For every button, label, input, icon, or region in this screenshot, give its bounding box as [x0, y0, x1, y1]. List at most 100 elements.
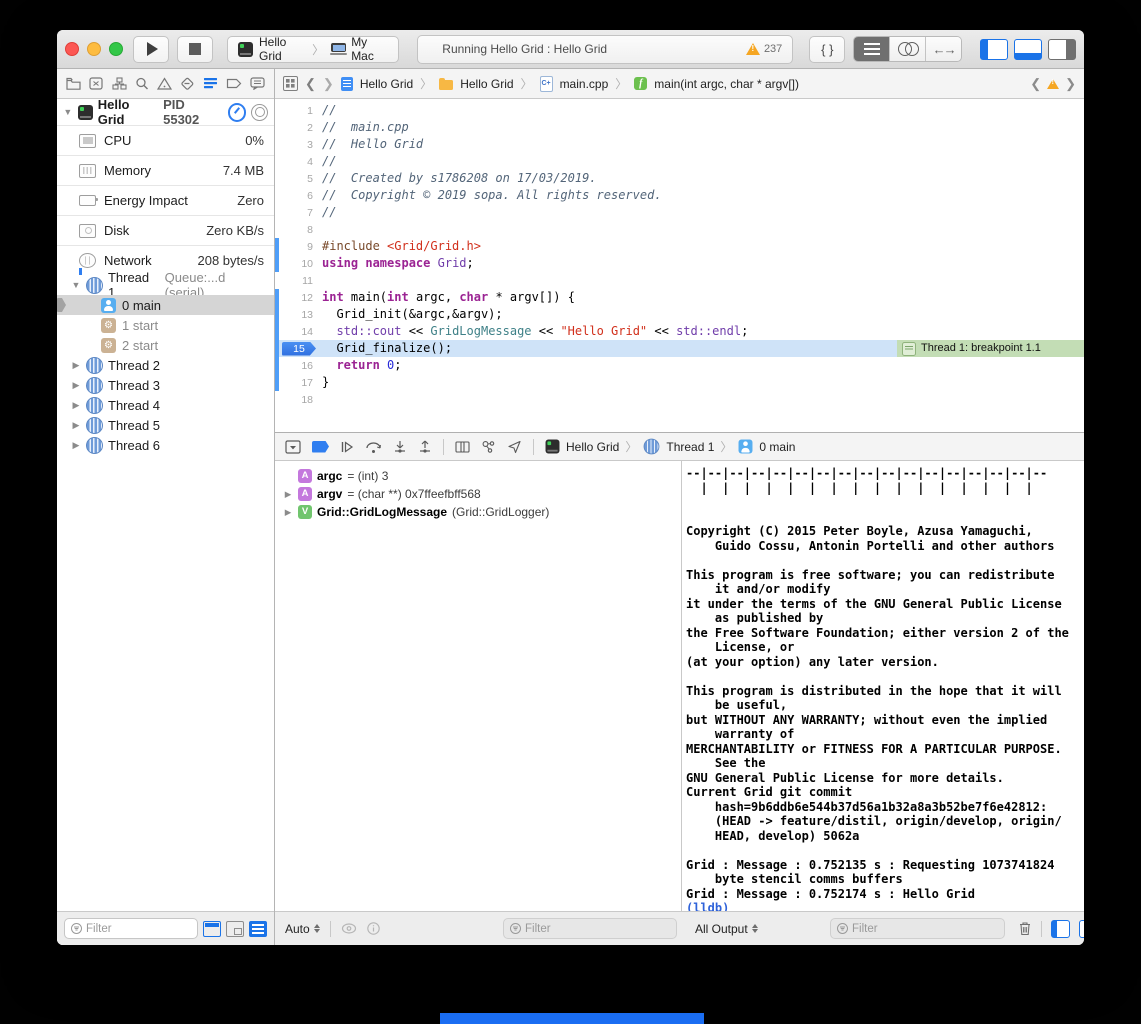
hide-debug-area-icon[interactable] [285, 440, 301, 454]
minimize-window-button[interactable] [87, 42, 101, 56]
toggle-navigator-button[interactable] [980, 39, 1008, 60]
gauge-row-memory[interactable]: Memory7.4 MB [57, 155, 274, 185]
project-navigator-icon[interactable] [66, 77, 81, 90]
debug-navigator-icon[interactable] [203, 77, 218, 90]
filter-stack-frames-button[interactable] [226, 921, 244, 937]
disclosure-triangle-icon[interactable]: ▶ [71, 380, 81, 391]
thread-row[interactable]: ▶Thread 3 [57, 375, 274, 395]
code-line[interactable]: 13 Grid_init(&argc,&argv); [275, 306, 1084, 323]
code-line[interactable]: 17} [275, 374, 1084, 391]
view-hierarchy-icon[interactable] [455, 440, 470, 454]
gauge-row-network[interactable]: Network208 bytes/s [57, 245, 274, 275]
code-line[interactable]: 9#include <Grid/Grid.h> [275, 238, 1084, 255]
test-navigator-icon[interactable] [180, 77, 194, 90]
source-editor[interactable]: 1//2// main.cpp3// Hello Grid4//5// Crea… [275, 99, 1084, 432]
toggle-debug-area-button[interactable] [1014, 39, 1042, 60]
breakpoint-navigator-icon[interactable] [226, 77, 242, 90]
version-editor-button[interactable]: ←→ [926, 37, 961, 61]
variable-row[interactable]: Aargc = (int) 3 [275, 467, 681, 485]
close-window-button[interactable] [65, 42, 79, 56]
disclosure-triangle-icon[interactable]: ▶ [71, 440, 81, 451]
step-into-icon[interactable] [393, 440, 407, 454]
code-line[interactable]: 5// Created by s1786208 on 17/03/2019. [275, 170, 1084, 187]
breadcrumb-symbol[interactable]: main(int argc, char * argv[]) [654, 77, 799, 91]
issue-warning-icon[interactable] [1047, 79, 1059, 89]
toggle-variables-pane-button[interactable] [1051, 920, 1070, 938]
stack-frame-row[interactable]: ⚙1 start [57, 315, 274, 335]
variable-row[interactable]: ▶VGrid::GridLogMessage (Grid::GridLogger… [275, 503, 681, 521]
code-line[interactable]: 2// main.cpp [275, 119, 1084, 136]
gauge-row-energy[interactable]: Energy ImpactZero [57, 185, 274, 215]
next-issue-button[interactable]: ❯ [1065, 76, 1076, 92]
code-line[interactable]: 8 [275, 221, 1084, 238]
source-control-navigator-icon[interactable] [89, 77, 103, 90]
disclosure-triangle-icon[interactable]: ▼ [63, 107, 73, 117]
disclosure-triangle-icon[interactable]: ▶ [71, 360, 81, 371]
code-line[interactable]: 10using namespace Grid; [275, 255, 1084, 272]
variables-view[interactable]: Aargc = (int) 3▶Aargv = (char **) 0x7ffe… [275, 461, 682, 911]
code-line[interactable]: 6// Copyright © 2019 sopa. All rights re… [275, 187, 1084, 204]
disclosure-triangle-icon[interactable]: ▼ [71, 280, 81, 290]
related-items-icon[interactable] [283, 76, 298, 91]
report-navigator-icon[interactable] [250, 77, 265, 90]
code-line[interactable]: 1// [275, 102, 1084, 119]
filter-view-mode-button[interactable] [249, 921, 267, 937]
debug-crumb-process[interactable]: Hello Grid [566, 440, 619, 454]
variables-scope-selector[interactable]: Auto [285, 922, 320, 936]
breakpoint-annotation[interactable]: Thread 1: breakpoint 1.1 [897, 340, 1084, 357]
scheme-selector[interactable]: Hello Grid 〉 My Mac [227, 36, 399, 63]
back-button[interactable]: ❮ [305, 76, 316, 92]
disclosure-triangle-icon[interactable]: ▶ [283, 507, 293, 518]
debug-gauge-icon[interactable] [228, 103, 247, 122]
code-line[interactable]: 7// [275, 204, 1084, 221]
disclosure-triangle-icon[interactable]: ▶ [283, 489, 293, 500]
code-line[interactable]: 12int main(int argc, char * argv[]) { [275, 289, 1084, 306]
code-line[interactable]: 14 std::cout << GridLogMessage << "Hello… [275, 323, 1084, 340]
breadcrumb-group[interactable]: Hello Grid [460, 77, 513, 91]
code-line[interactable]: 15 Grid_finalize();Thread 1: breakpoint … [275, 340, 1084, 357]
thread-row[interactable]: ▶Thread 6 [57, 435, 274, 455]
run-button[interactable] [133, 36, 169, 63]
variables-filter-input[interactable]: Filter [503, 918, 677, 939]
toggle-inspector-button[interactable] [1048, 39, 1076, 60]
debug-crumb-frame[interactable]: 0 main [759, 440, 795, 454]
code-line[interactable]: 4// [275, 153, 1084, 170]
code-line[interactable]: 11 [275, 272, 1084, 289]
continue-execution-icon[interactable] [340, 440, 354, 454]
thread-row[interactable]: ▶Thread 5 [57, 415, 274, 435]
memory-rings-icon[interactable] [251, 104, 268, 121]
standard-editor-button[interactable] [854, 37, 890, 61]
stack-frame-row[interactable]: 0 main [57, 295, 274, 315]
stop-button[interactable] [177, 36, 213, 63]
clear-console-trash-icon[interactable] [1018, 921, 1032, 936]
stack-frame-row[interactable]: ⚙2 start [57, 335, 274, 355]
step-out-icon[interactable] [418, 440, 432, 454]
symbol-navigator-icon[interactable] [112, 77, 127, 90]
warning-count-badge[interactable]: 237 [746, 43, 782, 55]
thread-row[interactable]: ▶Thread 4 [57, 395, 274, 415]
navigator-filter-input[interactable]: Filter [64, 918, 198, 939]
quicklook-eye-icon[interactable] [341, 923, 357, 934]
console-scope-selector[interactable]: All Output [695, 922, 758, 936]
console-filter-input[interactable]: Filter [830, 918, 1005, 939]
info-icon[interactable] [367, 922, 380, 935]
simulate-location-icon[interactable] [507, 440, 522, 454]
variable-row[interactable]: ▶Aargv = (char **) 0x7ffeefbff568 [275, 485, 681, 503]
thread-row[interactable]: ▶Thread 2 [57, 355, 274, 375]
memory-graph-icon[interactable] [481, 440, 496, 454]
previous-issue-button[interactable]: ❮ [1030, 76, 1041, 92]
disclosure-triangle-icon[interactable]: ▶ [71, 420, 81, 431]
find-navigator-icon[interactable] [135, 77, 149, 90]
breakpoint-marker[interactable]: 15 [282, 342, 316, 356]
breakpoints-toggle-icon[interactable] [312, 441, 329, 453]
issue-navigator-icon[interactable] [157, 77, 172, 90]
filter-flagged-threads-button[interactable] [203, 921, 221, 937]
step-over-icon[interactable] [365, 440, 382, 454]
forward-button[interactable]: ❯ [323, 76, 334, 92]
gauge-row-disk[interactable]: DiskZero KB/s [57, 215, 274, 245]
process-row[interactable]: ▼ Hello Grid PID 55302 [57, 99, 274, 125]
gauge-row-cpu[interactable]: CPU0% [57, 125, 274, 155]
code-line[interactable]: 3// Hello Grid [275, 136, 1084, 153]
breadcrumb-file[interactable]: main.cpp [560, 77, 609, 91]
assistant-editor-button[interactable] [890, 37, 926, 61]
